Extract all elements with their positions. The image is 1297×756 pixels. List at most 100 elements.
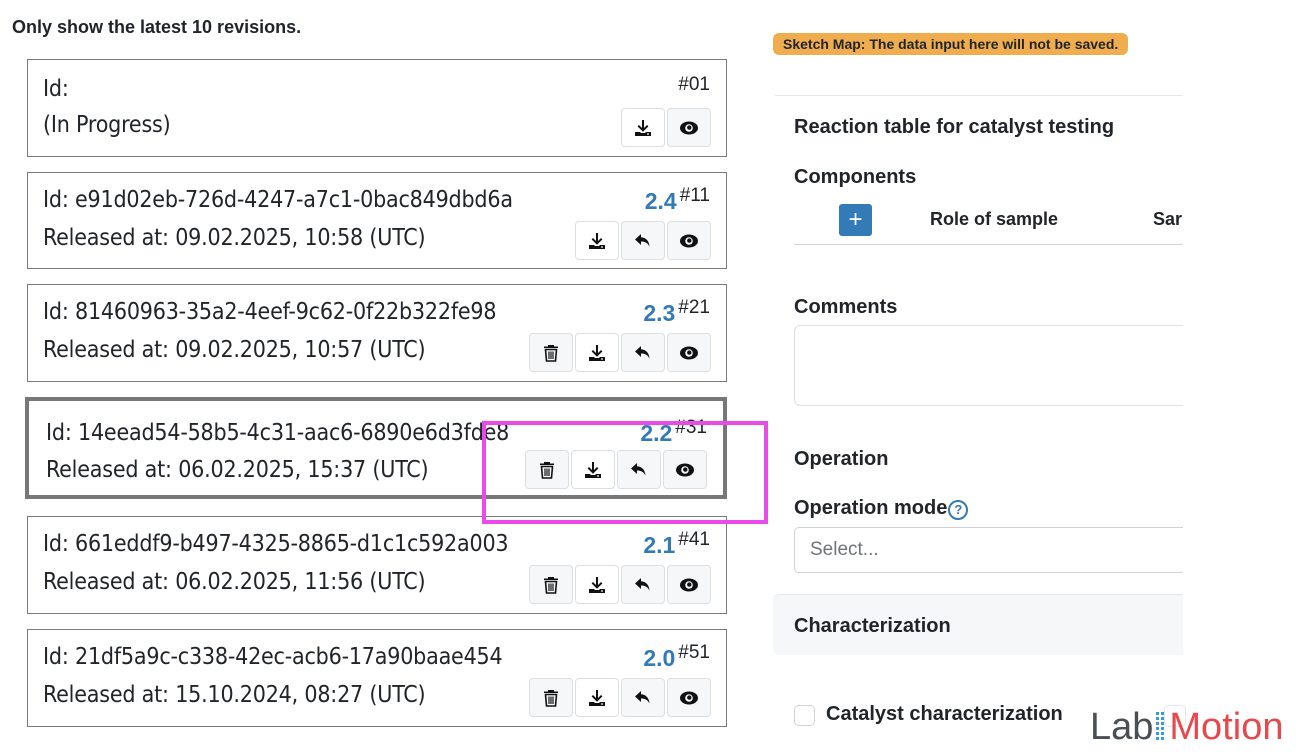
revision-card: Id: 661eddf9-b497-4325-8865-d1c1c592a003… [27,516,727,614]
eye-icon [680,691,698,704]
revision-status: Released at: 09.02.2025, 10:58 (UTC) [43,225,426,251]
trash-icon [544,576,558,594]
revision-card-selected: Id: 14eead54-58b5-4c31-aac6-6890e6d3fde8… [25,397,727,499]
panel-title: Reaction table for catalyst testing [794,116,1115,138]
logo-text-lab: Lab [1090,706,1154,748]
revision-id: Id: 14eead54-58b5-4c31-aac6-6890e6d3fde8 [46,420,510,446]
revision-hash: #11 [679,185,710,206]
download-icon [635,119,651,136]
revision-id: Id: [43,76,69,102]
view-button[interactable] [663,450,707,489]
eye-icon [680,234,698,247]
view-button[interactable] [667,108,711,147]
logo-dots-icon [1156,712,1165,740]
revision-version: #01 [675,74,710,104]
characterization-panel-header[interactable]: Characterization [773,594,1193,655]
revision-card: Id: e91d02eb-726d-4247-a7c1-0bac849dbd6a… [27,172,727,269]
revision-status: Released at: 09.02.2025, 10:57 (UTC) [43,337,426,363]
view-button[interactable] [667,678,711,717]
revision-status: Released at: 06.02.2025, 11:56 (UTC) [43,569,426,595]
delete-button[interactable] [529,678,573,717]
download-icon [589,689,605,706]
eye-icon [680,578,698,591]
download-button[interactable] [571,450,615,489]
panel-clip [1183,80,1297,680]
catalyst-characterization-label: Catalyst characterization [826,703,1063,725]
view-button[interactable] [667,333,711,372]
revision-hash: #21 [678,297,710,318]
download-icon [589,344,605,361]
add-component-button[interactable]: + [839,204,872,236]
column-header-sample: Sar [1153,209,1183,229]
characterization-label: Characterization [794,615,951,637]
download-button[interactable] [621,108,665,147]
view-button[interactable] [667,565,711,604]
revisions-heading: Only show the latest 10 revisions. [12,17,302,37]
version-number: 2.2 [640,420,673,446]
delete-button[interactable] [525,450,569,489]
logo-text-motion: Motion [1169,706,1284,748]
revision-version: 2.3 #21 [643,297,710,327]
column-header-role: Role of sample [930,209,1059,229]
revision-actions [525,450,707,489]
version-number: 2.4 [644,188,677,214]
operation-mode-select[interactable]: Select... [794,527,1194,573]
revision-version: 2.2 #31 [640,417,707,447]
revision-card: Id: 81460963-35a2-4eef-9c62-0f22b322fe98… [27,284,727,382]
download-button[interactable] [575,565,619,604]
revision-hash: #31 [675,417,707,438]
revision-actions [575,221,711,260]
download-button[interactable] [575,221,619,260]
revision-card: Id: (In Progress) #01 [27,59,727,157]
revision-version: 2.4 #11 [645,185,710,215]
labmotion-logo: Lab Motion [1090,705,1283,749]
reply-icon [631,462,646,475]
help-icon[interactable]: ? [948,500,969,520]
revert-button[interactable] [621,333,665,372]
comments-label: Comments [794,296,898,318]
reply-icon [635,233,650,246]
revision-actions [529,333,711,372]
revision-id: Id: 81460963-35a2-4eef-9c62-0f22b322fe98 [43,299,497,325]
revision-version: 2.0 #51 [643,642,710,672]
revision-id: Id: e91d02eb-726d-4247-a7c1-0bac849dbd6a [43,187,513,213]
version-number: 2.3 [643,300,676,326]
trash-icon [544,689,558,707]
version-number: 2.1 [643,532,676,558]
revert-button[interactable] [621,678,665,717]
comments-textarea[interactable] [794,325,1194,406]
revert-button[interactable] [617,450,661,489]
eye-icon [680,121,698,134]
download-icon [585,461,601,478]
delete-button[interactable] [529,333,573,372]
download-icon [589,232,605,249]
revision-actions [621,108,711,147]
reply-icon [635,690,650,703]
components-label: Components [794,166,917,188]
revision-hash: #51 [678,642,710,663]
revision-id: Id: 661eddf9-b497-4325-8865-d1c1c592a003 [43,531,509,557]
revision-hash: #41 [678,529,710,550]
revision-version: 2.1 #41 [643,529,710,559]
revision-hash: #01 [678,74,710,95]
revert-button[interactable] [621,565,665,604]
revert-button[interactable] [621,221,665,260]
reply-icon [635,577,650,590]
delete-button[interactable] [529,565,573,604]
download-button[interactable] [575,333,619,372]
download-button[interactable] [575,678,619,717]
operation-mode-label-text: Operation mode [794,497,948,519]
operation-mode-label: Operation mode? [794,497,969,520]
revision-id: Id: 21df5a9c-c338-42ec-acb6-17a90baae454 [43,644,503,670]
revision-status: (In Progress) [43,112,171,138]
reply-icon [635,345,650,358]
trash-icon [544,344,558,362]
revision-card: Id: 21df5a9c-c338-42ec-acb6-17a90baae454… [27,629,727,727]
operation-label: Operation [794,448,889,470]
catalyst-characterization-checkbox[interactable] [794,705,815,726]
table-header-divider [794,244,1183,245]
trash-icon [540,461,554,479]
view-button[interactable] [667,221,711,260]
revision-actions [529,678,711,717]
revision-status: Released at: 06.02.2025, 15:37 (UTC) [46,457,429,483]
